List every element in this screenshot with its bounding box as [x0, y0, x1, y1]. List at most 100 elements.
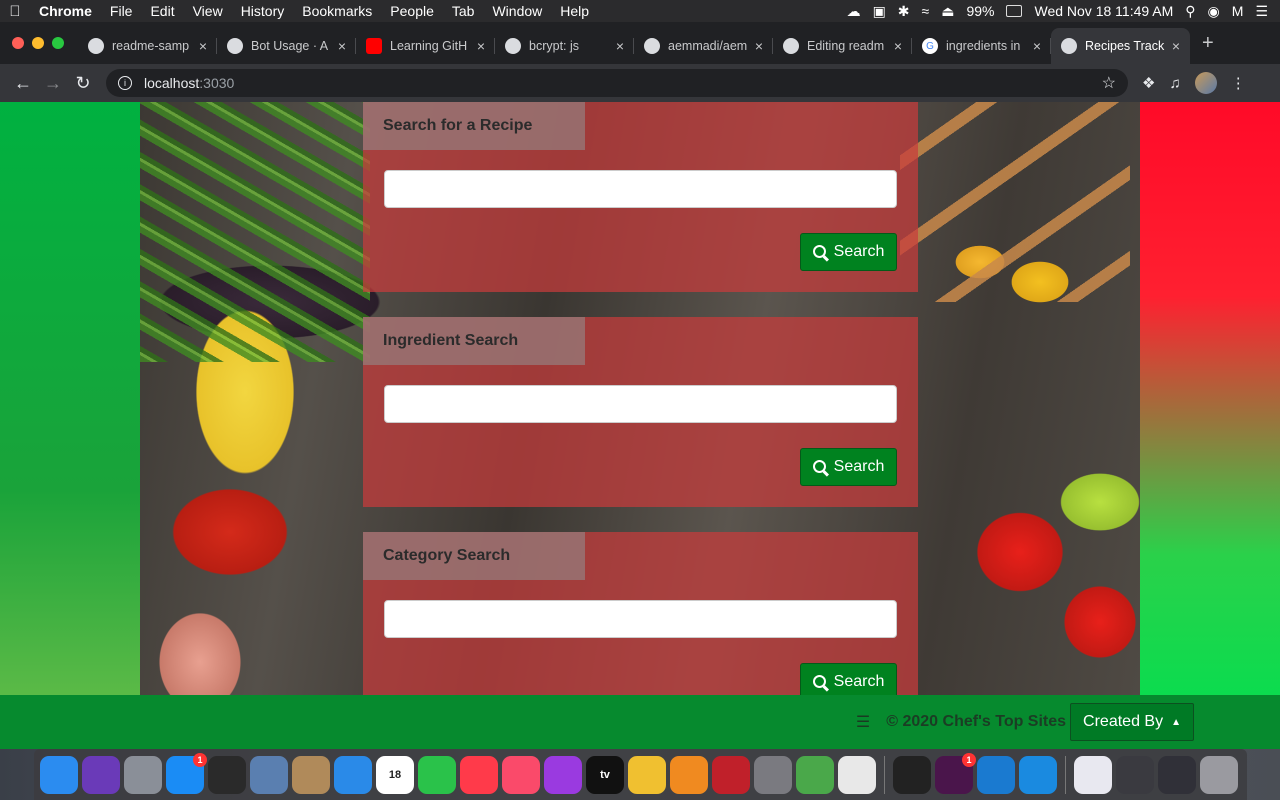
- apple-icon[interactable]: : [0, 3, 30, 20]
- close-tab-icon[interactable]: ×: [477, 38, 485, 54]
- close-tab-icon[interactable]: ×: [338, 38, 346, 54]
- browser-tab[interactable]: Editing readm ×: [773, 28, 912, 64]
- browser-tab[interactable]: Bot Usage · A ×: [217, 28, 356, 64]
- tab-strip: readme-samp × Bot Usage · A × Learning GitH ×…: [0, 22, 1280, 64]
- tab-title: Bot Usage · A: [251, 39, 329, 53]
- globe-icon: [1061, 38, 1077, 54]
- battery-icon[interactable]: [1006, 5, 1023, 17]
- browser-tab[interactable]: readme-samp ×: [78, 28, 217, 64]
- menu-app-name[interactable]: Chrome: [30, 3, 101, 19]
- menu-edit[interactable]: Edit: [141, 3, 183, 19]
- close-tab-icon[interactable]: ×: [894, 38, 902, 54]
- dock-app-screen-2[interactable]: [1158, 755, 1196, 794]
- dock-app-finder[interactable]: [40, 755, 78, 794]
- close-window-button[interactable]: [12, 37, 24, 49]
- address-bar[interactable]: i localhost:3030 ☆: [106, 69, 1128, 97]
- menu-file[interactable]: File: [101, 3, 142, 19]
- dock-app-facetime[interactable]: [418, 755, 456, 794]
- dock-app-siri[interactable]: [82, 755, 120, 794]
- dock-app-podcasts[interactable]: [544, 755, 582, 794]
- user-icon[interactable]: ◉: [1208, 3, 1220, 20]
- ingredient-search-input[interactable]: [384, 385, 897, 423]
- extensions-icon[interactable]: ❖: [1142, 74, 1155, 92]
- recipe-search-button[interactable]: Search: [800, 233, 897, 271]
- display-icon[interactable]: ▣: [873, 3, 886, 20]
- dock-app-xcode[interactable]: [1019, 755, 1057, 794]
- category-search-input[interactable]: [384, 600, 897, 638]
- menu-people[interactable]: People: [381, 3, 443, 19]
- dock-app-contacts[interactable]: [292, 755, 330, 794]
- created-by-dropdown-button[interactable]: Created By ▲: [1070, 703, 1194, 741]
- dock-app-chrome[interactable]: [838, 755, 876, 794]
- eject-icon[interactable]: ⏏: [941, 3, 954, 20]
- media-control-icon[interactable]: ♫: [1169, 75, 1180, 92]
- copyright-text: © 2020 Chef's Top Sites: [886, 713, 1067, 730]
- dock-app-photo-booth[interactable]: [712, 755, 750, 794]
- battery-percent[interactable]: 99%: [966, 3, 994, 19]
- dock-app-system-preferences[interactable]: [754, 755, 792, 794]
- dock-app-calendar[interactable]: 18: [376, 755, 414, 794]
- category-search-panel: Category Search Search: [363, 532, 918, 722]
- reload-icon[interactable]: ↻: [68, 73, 98, 94]
- wooden-utensils-decoration: [900, 102, 1130, 302]
- web-page: Search for a Recipe Search Ingredient Se…: [0, 102, 1280, 749]
- dock-app-slack[interactable]: 1: [935, 752, 976, 794]
- malwarebytes-icon[interactable]: M: [1232, 3, 1244, 19]
- search-icon: [812, 244, 826, 258]
- clock[interactable]: Wed Nov 18 11:49 AM: [1034, 3, 1173, 19]
- category-search-button-label: Search: [833, 673, 885, 690]
- chrome-menu-icon[interactable]: ⋮: [1231, 74, 1246, 92]
- dock-app-maps[interactable]: [796, 755, 834, 794]
- wifi-icon[interactable]: ≈: [922, 3, 930, 19]
- search-icon: [812, 459, 826, 473]
- browser-tab[interactable]: aemmadi/aem ×: [634, 28, 773, 64]
- category-search-title: Category Search: [363, 532, 585, 580]
- dock-app-photos[interactable]: [628, 755, 666, 794]
- menu-bookmarks[interactable]: Bookmarks: [293, 3, 381, 19]
- dock-app-music[interactable]: [502, 755, 540, 794]
- close-tab-icon[interactable]: ×: [199, 38, 207, 54]
- dock-app-screen-1[interactable]: [1116, 755, 1154, 794]
- dock-app-news[interactable]: [460, 755, 498, 794]
- profile-avatar[interactable]: [1194, 72, 1217, 94]
- browser-tab[interactable]: Gingredients in ×: [912, 28, 1051, 64]
- menu-view[interactable]: View: [184, 3, 232, 19]
- dock-app-document[interactable]: [1074, 755, 1112, 794]
- bluetooth-icon[interactable]: ✱: [898, 3, 910, 20]
- browser-tab[interactable]: bcrypt: js ×: [495, 28, 634, 64]
- spotlight-icon[interactable]: ⚲: [1185, 3, 1195, 20]
- dock-app-safari[interactable]: [334, 755, 372, 794]
- menu-help[interactable]: Help: [551, 3, 598, 19]
- dock-app-mission-control[interactable]: [208, 755, 246, 794]
- browser-tab[interactable]: Recipes Track ×: [1051, 28, 1190, 64]
- dock-app-terminal[interactable]: [893, 755, 931, 794]
- dock-app-tv[interactable]: tv: [586, 755, 624, 794]
- minimize-window-button[interactable]: [32, 37, 44, 49]
- menu-history[interactable]: History: [232, 3, 294, 19]
- right-gradient-background: [1140, 102, 1280, 749]
- dock-app-vs-code[interactable]: [977, 755, 1015, 794]
- close-tab-icon[interactable]: ×: [1172, 38, 1180, 54]
- caret-up-icon: ▲: [1171, 716, 1181, 728]
- notification-center-icon[interactable]: ☰: [1255, 3, 1268, 20]
- close-tab-icon[interactable]: ×: [755, 38, 763, 54]
- zoom-window-button[interactable]: [52, 37, 64, 49]
- close-tab-icon[interactable]: ×: [1033, 38, 1041, 54]
- creative-cloud-icon[interactable]: ☁: [847, 3, 861, 20]
- dock-app-trash[interactable]: [1200, 755, 1238, 794]
- browser-tab[interactable]: Learning GitH ×: [356, 28, 495, 64]
- dock-app-books[interactable]: [670, 755, 708, 794]
- new-tab-button[interactable]: +: [1190, 32, 1226, 55]
- dock-app-app-store[interactable]: 1: [166, 752, 207, 794]
- menu-tab[interactable]: Tab: [443, 3, 484, 19]
- forward-icon[interactable]: →: [38, 73, 68, 94]
- info-icon[interactable]: i: [118, 76, 132, 90]
- dock-app-mail[interactable]: [250, 755, 288, 794]
- bookmark-star-icon[interactable]: ☆: [1102, 73, 1116, 93]
- recipe-search-input[interactable]: [384, 170, 897, 208]
- close-tab-icon[interactable]: ×: [616, 38, 624, 54]
- dock-app-launchpad[interactable]: [124, 755, 162, 794]
- ingredient-search-button[interactable]: Search: [800, 448, 897, 486]
- menu-window[interactable]: Window: [483, 3, 551, 19]
- back-icon[interactable]: ←: [8, 73, 38, 94]
